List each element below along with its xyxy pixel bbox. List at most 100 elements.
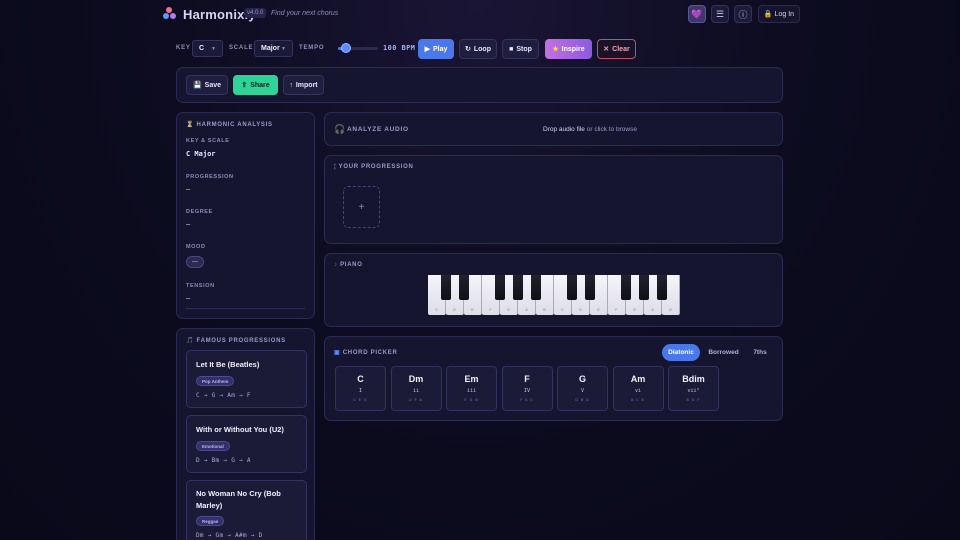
piano-key-label: A (651, 308, 654, 312)
key-scale-label: KEY & SCALE (186, 138, 230, 144)
analyze-audio-title: ANALYZE AUDIO (347, 126, 409, 133)
chord-card-g[interactable]: GV G B D (557, 366, 608, 411)
chord-roman: ii (412, 388, 420, 394)
key-select[interactable]: C ▼ (192, 40, 223, 57)
key-scale-value: C Major (186, 150, 216, 158)
import-button[interactable]: ↑ Import (283, 75, 324, 95)
keyboard-icon: ♪ (334, 262, 338, 268)
favorites-button[interactable]: 💜 (688, 5, 706, 23)
logo-icon (163, 7, 176, 20)
star-icon: ★ (552, 46, 559, 53)
headphones-icon: 🎧 (334, 124, 346, 134)
floppy-icon: 💾 (192, 82, 202, 89)
chord-notes: A C E (631, 398, 645, 402)
tagline: Find your next chorus (271, 10, 339, 17)
chord-card-f[interactable]: F IV F A C (501, 366, 553, 411)
tension-label: TENSION (186, 283, 215, 289)
info-button[interactable]: ⓘ (734, 5, 752, 23)
chord-notes: B D F (686, 398, 701, 402)
song-title: Let It Be (Beatles) (196, 360, 260, 369)
chord-roman: vii° (687, 388, 700, 394)
info-icon: ⓘ (738, 9, 748, 20)
piano-key-label: E (597, 308, 600, 312)
chord-name: G (578, 374, 586, 384)
tab-sevenths[interactable]: 7ths (746, 344, 774, 361)
piano-black-key[interactable] (657, 275, 667, 300)
piano-black-key[interactable] (459, 275, 469, 300)
progression-value: — (186, 185, 191, 193)
song-title: With or Without You (U2) (196, 425, 284, 434)
song-title: No Woman No Cry (Bob Marley) (196, 489, 281, 510)
piano-black-key[interactable] (585, 275, 595, 300)
piano-black-key[interactable] (513, 275, 523, 300)
famous-progression-card[interactable]: With or Without You (U2) Emotional D → B… (186, 415, 307, 473)
chord-roman: I (358, 388, 362, 394)
key-label: KEY (176, 45, 191, 51)
piano-keyboard[interactable]: CDEFGABCDEFGAB (428, 275, 680, 315)
piano-black-key[interactable] (639, 275, 649, 300)
tempo-label: TEMPO (299, 45, 325, 51)
stop-icon: ■ (509, 45, 514, 53)
piano-key-label: D (579, 308, 582, 312)
chord-card-dm[interactable]: Dm ii D F A (390, 366, 442, 411)
drop-zone-text[interactable]: Drop audio file or click to browse (543, 126, 637, 133)
piano-black-key[interactable] (621, 275, 631, 300)
chord-card-c[interactable]: CI C E G (335, 366, 386, 411)
piano-key-label: C (435, 308, 438, 312)
degree-value: — (186, 220, 191, 228)
piano-key-label: F (489, 308, 492, 312)
chord-name: C (357, 374, 364, 384)
degree-label: DEGREE (186, 209, 213, 215)
tab-diatonic[interactable]: Diatonic (662, 344, 700, 361)
scale-select[interactable]: Major ▼ (254, 40, 293, 57)
piano-black-key[interactable] (441, 275, 451, 300)
loop-button[interactable]: ↻ Loop (459, 39, 497, 59)
genre-tag: Emotional (196, 441, 230, 451)
piano-key-label: B (669, 308, 672, 312)
play-button[interactable]: ▶ Play (418, 39, 454, 59)
piano-key-label: A (525, 308, 528, 312)
chord-picker-title: ▣ CHORD PICKER (334, 350, 398, 356)
clear-button[interactable]: ✕ Clear (597, 39, 636, 59)
chord-roman: IV (523, 388, 531, 394)
mood-badge: — (186, 256, 204, 268)
famous-progression-card[interactable]: No Woman No Cry (Bob Marley) Reggae Dm →… (186, 480, 307, 540)
harmonic-analysis-title: ⏳ HARMONIC ANALYSIS (186, 122, 273, 128)
chord-roman: iii (466, 388, 477, 394)
chord-roman: V (580, 388, 584, 394)
chord-name: Em (464, 374, 479, 384)
progression-label: PROGRESSION (186, 174, 234, 180)
menu-icon: ☰ (715, 8, 725, 19)
menu-button[interactable]: ☰ (711, 5, 729, 23)
tempo-slider[interactable] (338, 43, 378, 53)
scale-label: SCALE (229, 45, 254, 51)
add-chord-slot[interactable]: + (343, 186, 380, 228)
chord-card-em[interactable]: Em iii E G B (446, 366, 497, 411)
chord-notes: E G B (464, 398, 479, 402)
tempo-slider-thumb[interactable] (341, 43, 351, 53)
piano-black-key[interactable] (531, 275, 541, 300)
inspire-button[interactable]: ★ Inspire (545, 39, 592, 59)
piano-black-key[interactable] (567, 275, 577, 300)
stop-button[interactable]: ■ Stop (502, 39, 539, 59)
chord-notes: D F A (409, 398, 423, 402)
piano-key-label: B (543, 308, 546, 312)
chord-name: Am (630, 374, 646, 384)
chord-card-am[interactable]: Am vi A C E (612, 366, 664, 411)
chord-notes: C E G (353, 398, 368, 402)
login-button[interactable]: 🔒 Log In (758, 5, 800, 23)
tab-borrowed[interactable]: Borrowed (703, 344, 744, 361)
grid-icon: ▣ (334, 350, 341, 356)
top-bar: Harmonixly v4.0.0 Find your next chorus … (0, 0, 960, 28)
loop-icon: ↻ (465, 46, 471, 53)
import-icon: ↑ (289, 81, 293, 89)
chord-card-bdim[interactable]: Bdim vii° B D F (668, 366, 719, 411)
famous-progressions-title: 🎵 FAMOUS PROGRESSIONS (186, 338, 286, 344)
famous-progression-card[interactable]: Let It Be (Beatles) Pop Anthem C → G → A… (186, 350, 307, 408)
chevron-down-icon: ▼ (281, 45, 286, 52)
share-button[interactable]: ⇪ Share (233, 75, 278, 95)
progression-text: Dm → Gm → A#m → D (196, 532, 263, 539)
piano-black-key[interactable] (495, 275, 505, 300)
save-button[interactable]: 💾 Save (186, 75, 228, 95)
piano-title: ♪ PIANO (334, 262, 363, 268)
